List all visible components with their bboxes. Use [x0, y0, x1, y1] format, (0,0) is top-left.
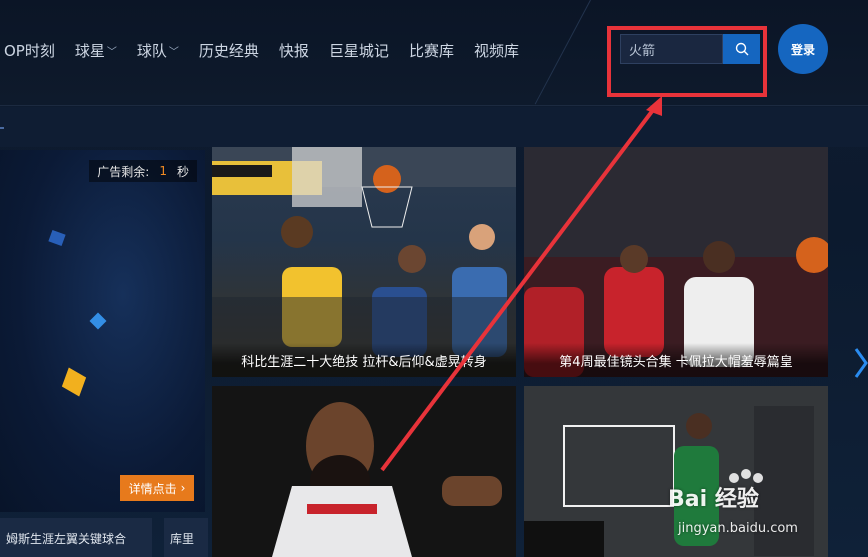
- list-item[interactable]: 姆斯生涯左翼关键球合: [0, 518, 152, 557]
- watermark-url: jingyan.baidu.com: [678, 521, 798, 536]
- header-divider: [534, 0, 591, 105]
- search-input[interactable]: [620, 34, 723, 64]
- ad-detail-label: 详情点击: [128, 481, 177, 496]
- ad-remaining-seconds: 1: [159, 164, 167, 178]
- page: OP时刻 球星﹀ 球队﹀ 历史经典 快报 巨星城记 比赛库 视频库 登录: [0, 0, 868, 557]
- video-caption: 第4周最佳镜头合集 卡佩拉大帽羞辱篇皇: [524, 343, 828, 377]
- video-caption: 科比生涯二十大绝技 拉杆&后仰&虚晃转身: [212, 343, 516, 377]
- list-item-text: 姆斯生涯左翼关键球合: [6, 532, 127, 546]
- chevron-down-icon: ﹀: [168, 46, 179, 58]
- nav-item-op-moments[interactable]: OP时刻: [0, 38, 65, 62]
- nav-label: 快报: [278, 41, 309, 60]
- nav-item-players[interactable]: 球星 ﹀: [65, 38, 127, 62]
- nav-label: 球队: [136, 41, 167, 60]
- nav-item-history[interactable]: 历史经典: [189, 38, 269, 62]
- main-nav: OP时刻 球星 ﹀ 球队 ﹀ 历史经典 快报 巨星城记 比赛库 视频库: [0, 38, 529, 62]
- chevron-right-icon[interactable]: [852, 345, 868, 405]
- nav-label: 巨星城记: [328, 41, 389, 60]
- nav-item-star-city[interactable]: 巨星城记: [319, 38, 399, 62]
- nav-item-games[interactable]: 比赛库: [399, 38, 464, 62]
- search-box: [620, 34, 760, 64]
- nav-item-videos[interactable]: 视频库: [464, 38, 529, 62]
- video-tile[interactable]: [212, 386, 516, 557]
- nav-item-news[interactable]: 快报: [269, 38, 319, 62]
- list-item-text: 库里: [170, 532, 195, 546]
- login-button[interactable]: 登录: [778, 24, 828, 74]
- watermark-brand: Bai 经验: [668, 487, 759, 512]
- nav-label: 视频库: [473, 41, 519, 60]
- ad-shard: [61, 367, 87, 397]
- nav-label: 球星: [74, 41, 105, 60]
- ad-detail-button[interactable]: 详情点击 ›: [120, 475, 194, 501]
- nav-item-teams[interactable]: 球队 ﹀: [127, 38, 189, 62]
- sub-bar-marker: [0, 127, 4, 129]
- ad-remaining-label: 广告剩余:: [97, 164, 150, 179]
- search-button[interactable]: [723, 34, 760, 64]
- nav-label: OP时刻: [4, 41, 55, 60]
- ad-shard: [89, 312, 107, 330]
- header: OP时刻 球星﹀ 球队﹀ 历史经典 快报 巨星城记 比赛库 视频库 登录: [0, 0, 868, 106]
- chevron-down-icon: ﹀: [106, 46, 117, 58]
- nav-label: 历史经典: [198, 41, 259, 60]
- video-tile[interactable]: 科比生涯二十大绝技 拉杆&后仰&虚晃转身: [212, 147, 516, 377]
- sub-bar: [0, 107, 868, 147]
- chevron-right-icon: ›: [180, 481, 186, 495]
- ad-shard: [48, 229, 66, 247]
- ad-seconds-unit: 秒: [176, 164, 189, 179]
- video-thumbnail: [212, 386, 516, 557]
- ad-panel[interactable]: 广告剩余: 1 秒: [0, 150, 205, 512]
- list-item[interactable]: 库里: [164, 518, 208, 557]
- nav-label: 比赛库: [408, 41, 454, 60]
- ad-countdown: 广告剩余: 1 秒: [89, 160, 197, 182]
- video-tile[interactable]: 第4周最佳镜头合集 卡佩拉大帽羞辱篇皇: [524, 147, 828, 377]
- search-icon: [735, 42, 748, 56]
